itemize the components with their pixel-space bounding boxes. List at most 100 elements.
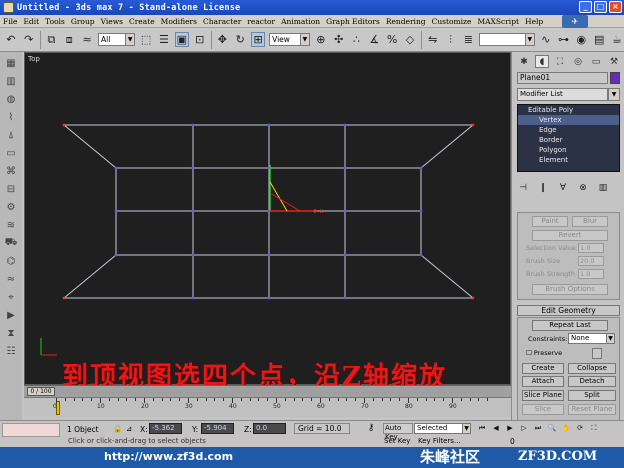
menu-group[interactable]: Group xyxy=(71,17,95,26)
reference-coord-select[interactable]: View ▼ xyxy=(269,33,310,46)
window-crossing-icon[interactable]: ⊡ xyxy=(193,32,207,47)
scale-icon[interactable]: ⊞ xyxy=(251,32,266,47)
absolute-mode-icon[interactable]: ⊿ xyxy=(126,424,132,433)
create-tab-icon[interactable]: ✱ xyxy=(517,55,531,68)
next-frame-icon[interactable]: ▷ xyxy=(518,423,530,434)
close-button[interactable]: × xyxy=(609,1,622,13)
detach-button[interactable]: Detach xyxy=(568,376,616,387)
quick-render-icon[interactable]: ☕ xyxy=(610,32,624,47)
redo-icon[interactable]: ↷ xyxy=(22,32,36,47)
plane-icon[interactable]: ▭ xyxy=(3,146,19,160)
rect-selection-icon[interactable]: ▣ xyxy=(174,32,189,47)
rotate-icon[interactable]: ↻ xyxy=(233,32,247,47)
selection-value-spinner[interactable]: 1.0 xyxy=(578,243,604,253)
fracture-icon[interactable]: ⌬ xyxy=(3,254,19,268)
track-bar[interactable]: 0 10 20 30 40 50 60 70 80 90 xyxy=(24,397,511,417)
layer-manager-icon[interactable]: ≣ xyxy=(461,32,475,47)
create-button[interactable]: Create xyxy=(522,363,564,374)
modify-tab-icon[interactable]: ◖ xyxy=(535,55,549,68)
stack-item-border[interactable]: Border xyxy=(518,135,619,145)
menu-file[interactable]: File xyxy=(3,17,17,26)
chevron-down-icon[interactable]: ▼ xyxy=(606,333,615,344)
preview-icon[interactable]: ▶ xyxy=(3,308,19,322)
maxscript-listener-mini[interactable] xyxy=(2,423,60,437)
prev-frame-icon[interactable]: ◀ xyxy=(490,423,502,434)
revert-button[interactable]: Revert xyxy=(532,230,608,241)
modifier-list-select[interactable]: Modifier List xyxy=(517,88,608,101)
angle-snap-icon[interactable]: ∡ xyxy=(367,32,381,47)
menu-graph-editors[interactable]: Graph Editors xyxy=(326,17,380,26)
spinner-snap-icon[interactable]: ◇ xyxy=(403,32,417,47)
constraints-select[interactable]: None xyxy=(568,333,608,344)
x-coordinate-field[interactable]: -5.362 xyxy=(149,423,182,434)
key-selection-select[interactable]: Selected xyxy=(414,423,464,434)
menu-views[interactable]: Views xyxy=(101,17,123,26)
dashpot-icon[interactable]: ⊟ xyxy=(3,182,19,196)
unlink-icon[interactable]: ⧈ xyxy=(62,32,76,47)
pivot-center-icon[interactable]: ⊕ xyxy=(314,32,328,47)
motor-icon[interactable]: ⚙ xyxy=(3,200,19,214)
play-icon[interactable]: ▶ xyxy=(504,423,516,434)
menu-tools[interactable]: Tools xyxy=(45,17,65,26)
time-slider[interactable]: 0 / 100 xyxy=(24,385,511,397)
brush-size-spinner[interactable]: 20.0 xyxy=(578,256,604,266)
remove-modifier-icon[interactable]: ⊗ xyxy=(577,182,589,194)
menu-edit[interactable]: Edit xyxy=(23,17,39,26)
soft-body-icon[interactable]: ◍ xyxy=(3,92,19,106)
chevron-down-icon[interactable]: ▼ xyxy=(608,88,620,101)
make-unique-icon[interactable]: ∀ xyxy=(557,182,569,194)
align-icon[interactable]: ⫶ xyxy=(444,32,458,47)
deforming-mesh-icon[interactable]: ⍋ xyxy=(3,128,19,142)
object-name-field[interactable]: Plane01 xyxy=(517,72,608,84)
goto-end-icon[interactable]: ⏭ xyxy=(532,423,544,434)
viewport-top[interactable]: Top x xyxy=(24,52,511,385)
selection-filter-select[interactable]: All ▼ xyxy=(97,33,136,46)
arc-rotate-icon[interactable]: ⟳ xyxy=(574,423,586,434)
menu-animation[interactable]: Animation xyxy=(281,17,320,26)
menu-modifiers[interactable]: Modifiers xyxy=(161,17,197,26)
select-link-icon[interactable]: ⧉ xyxy=(45,32,59,47)
maximize-viewport-icon[interactable]: ⛶ xyxy=(588,423,600,434)
move-icon[interactable]: ✥ xyxy=(216,32,230,47)
render-scene-icon[interactable]: ▤ xyxy=(592,32,606,47)
maximize-button[interactable]: □ xyxy=(594,1,607,13)
brush-options-button[interactable]: Brush Options xyxy=(532,284,608,295)
utilities-tab-icon[interactable]: ⚒ xyxy=(607,55,621,68)
percent-snap-icon[interactable]: % xyxy=(385,32,399,47)
paint-button[interactable]: Paint xyxy=(532,216,568,227)
current-frame-field[interactable]: 0 xyxy=(510,437,515,446)
mirror-icon[interactable]: ⇋ xyxy=(426,32,440,47)
pin-stack-icon[interactable]: ⊣ xyxy=(517,182,529,194)
slice-plane-button[interactable]: Slice Plane xyxy=(522,390,564,401)
blur-button[interactable]: Blur xyxy=(572,216,608,227)
reset-plane-button[interactable]: Reset Plane xyxy=(568,404,616,415)
pan-icon[interactable]: ✋ xyxy=(560,423,572,434)
bind-space-warp-icon[interactable]: ≈ xyxy=(80,32,94,47)
menu-help[interactable]: Help xyxy=(525,17,543,26)
menu-customize[interactable]: Customize xyxy=(432,17,472,26)
motion-tab-icon[interactable]: ◎ xyxy=(571,55,585,68)
key-icon[interactable]: ⚷ xyxy=(362,423,380,434)
preserve-settings-button[interactable] xyxy=(592,348,602,359)
select-manipulate-icon[interactable]: ✣ xyxy=(332,32,346,47)
chevron-down-icon[interactable]: ▼ xyxy=(462,423,471,434)
stack-item-vertex[interactable]: Vertex xyxy=(518,115,619,125)
repeat-last-button[interactable]: Repeat Last xyxy=(532,320,608,331)
modifier-stack[interactable]: Editable Poly Vertex Edge Border Polygon… xyxy=(517,104,620,172)
zoom-icon[interactable]: 🔍 xyxy=(546,423,558,434)
object-color-swatch[interactable] xyxy=(610,72,620,84)
minimize-button[interactable]: _ xyxy=(579,1,592,13)
water-icon[interactable]: ≈ xyxy=(3,272,19,286)
cloth-icon[interactable]: ▥ xyxy=(3,74,19,88)
schematic-view-icon[interactable]: ⊶ xyxy=(557,32,571,47)
goto-start-icon[interactable]: ⏮ xyxy=(476,423,488,434)
stack-item-edge[interactable]: Edge xyxy=(518,125,619,135)
rigid-body-icon[interactable]: ▦ xyxy=(3,56,19,70)
stack-item-editable-poly[interactable]: Editable Poly xyxy=(518,105,619,115)
menu-create[interactable]: Create xyxy=(129,17,155,26)
toy-car-icon[interactable]: ⛟ xyxy=(3,236,19,250)
collapse-button[interactable]: Collapse xyxy=(568,363,616,374)
spring-icon[interactable]: ⌘ xyxy=(3,164,19,178)
analyze-icon[interactable]: ⧗ xyxy=(3,326,19,340)
snap-icon[interactable]: ∴ xyxy=(350,32,364,47)
